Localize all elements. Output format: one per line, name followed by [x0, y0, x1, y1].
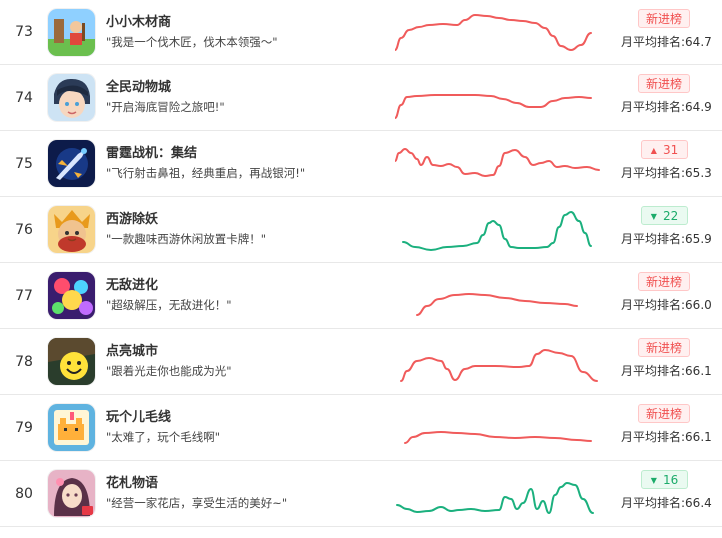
hero-boy-icon[interactable] [48, 74, 95, 121]
rank-change-badge: 新进榜 [638, 272, 691, 291]
app-description: "太难了，玩个毛线啊" [106, 430, 221, 444]
monthly-average-rank: 月平均排名:66.0 [621, 298, 712, 312]
ranking-list: 73 小小木材商 "我是一个伐木匠，伐木本领强～" 新进榜 月平均排名:64.7… [0, 0, 722, 527]
girl-portrait-icon[interactable] [48, 470, 95, 517]
rank-change-badge: 新进榜 [638, 9, 691, 28]
app-name[interactable]: 花札物语 [106, 472, 158, 491]
ranking-row[interactable]: 79 玩个儿毛线 "太难了，玩个毛线啊" 新进榜 月平均排名:66.1 [0, 395, 722, 461]
monthly-average-rank: 月平均排名:64.9 [621, 100, 712, 114]
ranking-row[interactable]: 78 点亮城市 "跟着光走你也能成为光" 新进榜 月平均排名:66.1 [0, 329, 722, 395]
arrow-up-icon: ▲ [650, 146, 657, 155]
rank-change-badge: ▼ 16 [641, 470, 688, 489]
app-name[interactable]: 全民动物城 [106, 76, 171, 95]
yarn-cat-icon[interactable] [48, 404, 95, 451]
rank-trend-sparkline [416, 293, 578, 316]
monthly-average-rank: 月平均排名:66.1 [621, 364, 712, 378]
rank-change-badge: 新进榜 [638, 404, 691, 423]
rank-change-badge: ▼ 22 [641, 206, 688, 225]
monthly-average-rank: 月平均排名:65.3 [621, 166, 712, 180]
fighter-jet-icon[interactable] [48, 140, 95, 187]
rank-change-text: 22 [662, 209, 679, 223]
ranking-row[interactable]: 76 西游除妖 "一款趣味西游休闲放置卡牌！" ▼ 22 月平均排名:65.9 [0, 197, 722, 263]
app-name[interactable]: 雷霆战机：集结 [106, 142, 197, 161]
app-name[interactable]: 点亮城市 [106, 340, 158, 359]
ranking-row[interactable]: 75 雷霆战机：集结 "飞行射击鼻祖，经典重启，再战银河!" ▲ 31 月平均排名… [0, 131, 722, 197]
smiley-icon[interactable] [48, 338, 95, 385]
rank-change-text: 新进榜 [646, 77, 683, 91]
rank-trend-sparkline [395, 94, 592, 119]
ranking-row[interactable]: 74 全民动物城 "开启海底冒险之旅吧!" 新进榜 月平均排名:64.9 [0, 65, 722, 131]
rank-number: 74 [15, 89, 33, 106]
monthly-average-rank: 月平均排名:66.1 [621, 430, 712, 444]
rank-change-text: 新进榜 [646, 341, 683, 355]
rank-trend-sparkline [395, 148, 600, 177]
bubbles-icon[interactable] [48, 272, 95, 319]
rank-change-badge: 新进榜 [638, 338, 691, 357]
app-name[interactable]: 西游除妖 [106, 208, 158, 227]
arrow-down-icon: ▼ [650, 212, 657, 221]
rank-number: 80 [15, 485, 33, 502]
app-description: "一款趣味西游休闲放置卡牌！" [106, 232, 267, 246]
rank-trend-sparkline [395, 14, 592, 51]
rank-trend-sparkline [400, 349, 598, 382]
ranking-row[interactable]: 77 无敌进化 "超级解压，无敌进化！" 新进榜 月平均排名:66.0 [0, 263, 722, 329]
rank-change-text: 新进榜 [646, 12, 683, 26]
app-description: "飞行射击鼻祖，经典重启，再战银河!" [106, 166, 306, 180]
rank-trend-sparkline [402, 211, 592, 251]
monthly-average-rank: 月平均排名:66.4 [621, 496, 712, 510]
rank-change-badge: 新进榜 [638, 74, 691, 93]
rank-number: 76 [15, 221, 33, 238]
app-name[interactable]: 无敌进化 [106, 274, 158, 293]
rank-change-badge: ▲ 31 [641, 140, 688, 159]
rank-trend-sparkline [404, 431, 592, 444]
rank-change-text: 31 [662, 143, 679, 157]
rank-trend-sparkline [396, 482, 594, 514]
rank-change-text: 新进榜 [646, 275, 683, 289]
rank-number: 73 [15, 24, 33, 40]
rank-number: 79 [15, 419, 33, 436]
arrow-down-icon: ▼ [650, 476, 657, 485]
rank-change-text: 16 [662, 473, 679, 487]
rank-number: 78 [15, 353, 33, 370]
rank-number: 77 [15, 287, 33, 304]
monkey-king-icon[interactable] [48, 206, 95, 253]
app-description: "开启海底冒险之旅吧!" [106, 100, 225, 114]
app-description: "超级解压，无敌进化！" [106, 298, 232, 312]
app-description: "跟着光走你也能成为光" [106, 364, 232, 378]
rank-number: 75 [15, 155, 33, 172]
app-description: "我是一个伐木匠，伐木本领强～" [106, 35, 278, 49]
rank-change-text: 新进榜 [646, 407, 683, 421]
woodcutter-icon[interactable] [48, 9, 95, 56]
ranking-row[interactable]: 80 花札物语 "经营一家花店，享受生活的美好~" ▼ 16 月平均排名:66.4 [0, 461, 722, 527]
app-description: "经营一家花店，享受生活的美好~" [106, 496, 288, 510]
monthly-average-rank: 月平均排名:65.9 [621, 232, 712, 246]
monthly-average-rank: 月平均排名:64.7 [621, 35, 712, 49]
app-name[interactable]: 玩个儿毛线 [106, 406, 171, 425]
app-name[interactable]: 小小木材商 [106, 11, 171, 30]
ranking-row[interactable]: 73 小小木材商 "我是一个伐木匠，伐木本领强～" 新进榜 月平均排名:64.7 [0, 0, 722, 65]
